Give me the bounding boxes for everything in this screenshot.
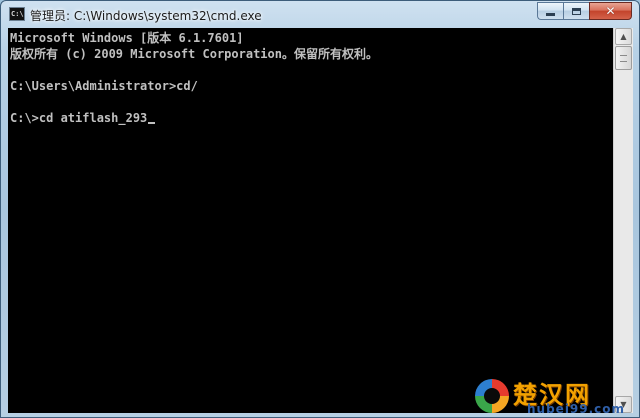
close-button[interactable]: ✕ (589, 2, 632, 20)
scrollbar-thumb[interactable] (615, 46, 632, 70)
console-output: Microsoft Windows [版本 6.1.7601] 版权所有 (c) … (10, 30, 378, 126)
title-bar[interactable]: C:\ 管理员: C:\Windows\system32\cmd.exe ✕ (1, 1, 639, 27)
console-input-line[interactable]: C:\>cd atiflash_293 (10, 110, 378, 126)
console-line: 版权所有 (c) 2009 Microsoft Corporation。保留所有… (10, 47, 378, 61)
console-area[interactable]: Microsoft Windows [版本 6.1.7601] 版权所有 (c) … (8, 28, 613, 413)
text-cursor (148, 122, 156, 124)
console-line: C:\Users\Administrator>cd/ (10, 79, 198, 93)
scroll-up-button[interactable]: ▲ (615, 28, 632, 45)
caption-buttons: ✕ (537, 2, 632, 21)
maximize-button[interactable] (563, 2, 589, 20)
watermark-logo-icon (475, 379, 509, 413)
arrow-up-icon: ▲ (620, 32, 627, 41)
maximize-icon (572, 7, 581, 15)
console-command: C:\>cd atiflash_293 (10, 111, 148, 125)
watermark-url: hubei99.com (527, 402, 626, 416)
cmd-icon[interactable]: C:\ (9, 7, 25, 21)
close-icon: ✕ (605, 4, 616, 18)
site-watermark: 楚汉网 hubei99.com (475, 375, 635, 416)
minimize-icon (546, 12, 555, 16)
cmd-window: C:\ 管理员: C:\Windows\system32\cmd.exe ✕ M… (0, 0, 640, 418)
console-line: Microsoft Windows [版本 6.1.7601] (10, 31, 244, 45)
minimize-button[interactable] (537, 2, 563, 20)
window-title: 管理员: C:\Windows\system32\cmd.exe (30, 9, 262, 23)
vertical-scrollbar[interactable]: ▲ ▼ (613, 28, 633, 413)
